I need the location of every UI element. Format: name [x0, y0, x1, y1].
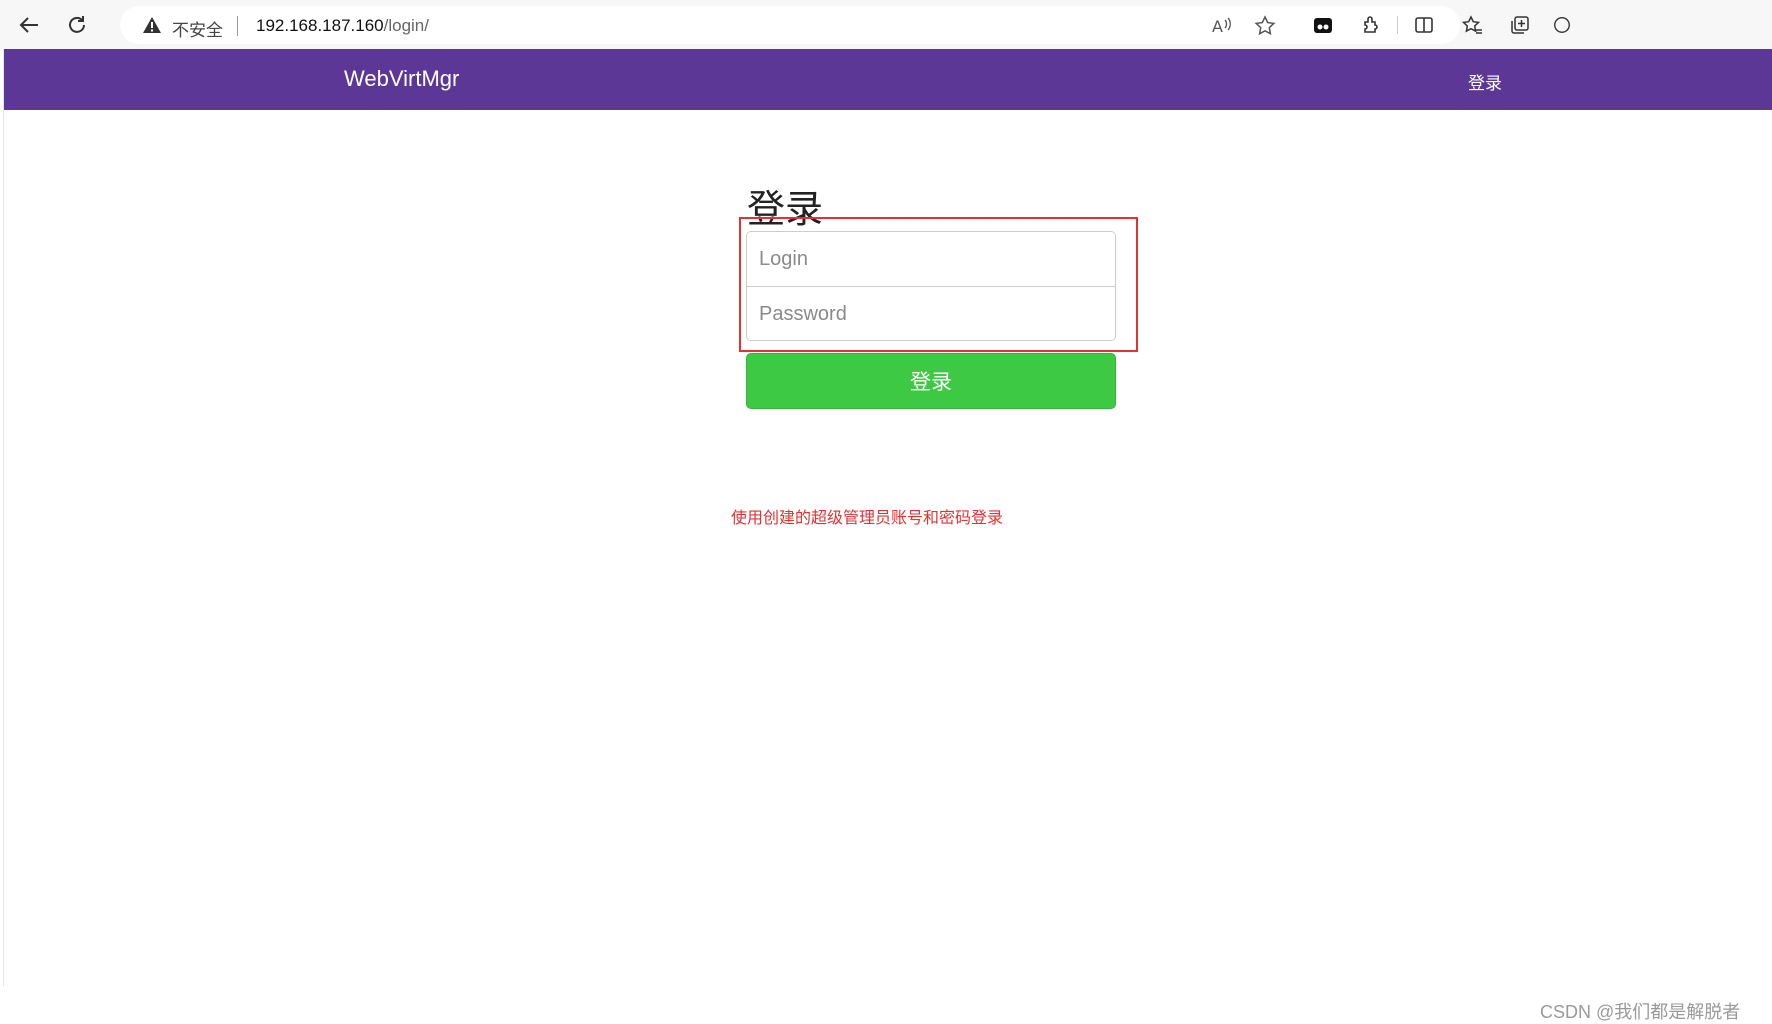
browser-toolbar: 不安全 192.168.187.160/login/ A: [0, 0, 1772, 49]
top-navbar: WebVirtMgr 登录: [4, 49, 1772, 110]
credentials-group: [746, 231, 1116, 341]
favorite-icon[interactable]: [1253, 14, 1277, 38]
refresh-icon[interactable]: [64, 12, 90, 38]
nav-login-link[interactable]: 登录: [1468, 69, 1502, 94]
brand-logo[interactable]: WebVirtMgr: [344, 66, 459, 92]
url-path: /login/: [383, 16, 429, 35]
split-screen-icon[interactable]: [1411, 12, 1437, 38]
url-host: 192.168.187.160: [256, 16, 384, 35]
password-input[interactable]: [747, 287, 1115, 340]
back-icon[interactable]: [16, 12, 42, 38]
extensions-icon[interactable]: [1358, 12, 1384, 38]
login-button[interactable]: 登录: [746, 353, 1116, 409]
address-divider: [237, 16, 238, 36]
login-input[interactable]: [747, 232, 1115, 286]
page-viewport: WebVirtMgr 登录 登录 登录 使用创建的超级管理员账号和密码登录 CS…: [3, 49, 1772, 1022]
read-aloud-icon[interactable]: A: [1210, 14, 1234, 38]
annotation-hint-text: 使用创建的超级管理员账号和密码登录: [731, 510, 1004, 527]
security-label[interactable]: 不安全: [172, 16, 223, 41]
extension-app-icon[interactable]: [1310, 12, 1336, 38]
watermark: CSDN @我们都是解脱者: [1540, 1002, 1741, 1022]
svg-text:A: A: [1212, 17, 1223, 36]
favorites-icon[interactable]: [1459, 12, 1485, 38]
address-bar[interactable]: 不安全 192.168.187.160/login/ A: [120, 6, 1460, 44]
collections-icon[interactable]: [1507, 12, 1533, 38]
url-text[interactable]: 192.168.187.160/login/: [256, 16, 429, 36]
warning-icon[interactable]: [142, 16, 162, 39]
profile-icon[interactable]: [1552, 12, 1572, 38]
toolbar-divider: [1397, 16, 1398, 34]
